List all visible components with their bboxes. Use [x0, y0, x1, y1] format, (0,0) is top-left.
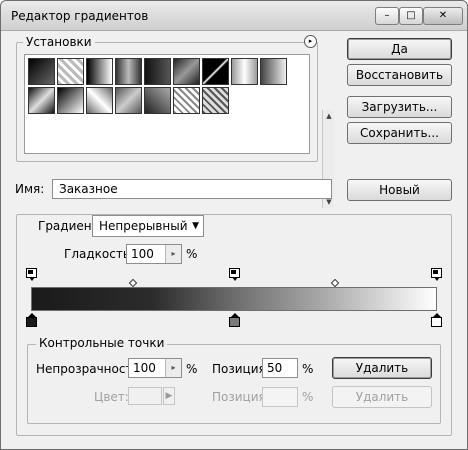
preset-swatch[interactable] [86, 87, 113, 114]
presets-menu-icon[interactable]: ▸ [304, 35, 317, 48]
color-well[interactable] [128, 387, 162, 405]
preset-swatch[interactable] [173, 87, 200, 114]
save-button[interactable]: Сохранить... [347, 122, 452, 144]
minimize-button[interactable]: – [375, 7, 399, 25]
preset-swatch[interactable] [115, 87, 142, 114]
preset-swatch[interactable] [260, 58, 287, 85]
delete-opacity-stop-button[interactable]: Удалить [332, 357, 432, 379]
maximize-button[interactable]: □ [399, 7, 423, 25]
name-label: Имя: [15, 182, 45, 196]
preset-swatch[interactable] [57, 87, 84, 114]
color-stop-left[interactable] [26, 313, 37, 327]
control-points-label: Контрольные точки [36, 336, 168, 350]
preset-swatch[interactable] [57, 58, 84, 85]
preset-swatch[interactable] [28, 87, 55, 114]
scroll-up-icon[interactable]: ▲ [323, 110, 335, 122]
ok-button[interactable]: Да [347, 38, 452, 60]
opacity-stop-left[interactable] [26, 268, 37, 281]
title-bar[interactable]: Редактор градиентов – □ ✕ [1, 1, 467, 31]
preset-swatch[interactable] [144, 58, 171, 85]
gradient-preview-bar[interactable] [31, 287, 437, 311]
smoothness-value: 100 [131, 247, 154, 261]
color-stop-middle[interactable] [229, 313, 240, 327]
opacity-position-unit: % [302, 362, 314, 376]
preset-swatch[interactable] [173, 58, 200, 85]
chevron-down-icon: ▼ [192, 221, 199, 231]
opacity-value: 100 [133, 361, 156, 375]
preset-swatch[interactable] [231, 58, 258, 85]
delete-color-stop-button[interactable]: Удалить [332, 386, 432, 408]
preset-swatch[interactable] [202, 87, 229, 114]
color-position-unit: % [302, 390, 314, 404]
opacity-position-input[interactable]: 50 [262, 358, 298, 378]
presets-swatch-list: ▲ ▼ [24, 54, 334, 208]
smoothness-label: Гладкость: [64, 247, 134, 261]
color-label: Цвет: [94, 390, 129, 404]
color-menu-icon[interactable]: ▶ [163, 387, 175, 405]
window-title: Редактор градиентов [11, 9, 149, 23]
preset-swatch[interactable] [86, 58, 113, 85]
color-stop-right[interactable] [431, 313, 442, 327]
name-input[interactable]: Заказное [52, 179, 332, 199]
preset-swatch[interactable] [202, 58, 229, 85]
presets-label: Установки [23, 35, 95, 49]
opacity-input[interactable]: 100 ▸ [128, 358, 182, 378]
spin-arrow-icon[interactable]: ▸ [165, 359, 181, 377]
gradient-type-select[interactable]: Непрерывный ▼ [92, 215, 204, 237]
new-button[interactable]: Новый [347, 179, 452, 201]
opacity-unit: % [186, 362, 198, 376]
spin-arrow-icon[interactable]: ▸ [165, 245, 181, 263]
close-button[interactable]: ✕ [423, 7, 463, 25]
smoothness-input[interactable]: 100 ▸ [126, 244, 182, 264]
reset-button[interactable]: Восстановить [347, 64, 452, 86]
control-points-group: Контрольные точки [27, 336, 441, 424]
preset-swatch[interactable] [115, 58, 142, 85]
opacity-stop-right[interactable] [431, 268, 442, 281]
preset-swatch[interactable] [28, 58, 55, 85]
load-button[interactable]: Загрузить... [347, 96, 452, 118]
opacity-stop-middle[interactable] [229, 268, 240, 281]
gradient-type-value: Непрерывный [99, 219, 188, 233]
color-position-input[interactable] [262, 387, 298, 407]
preset-swatch[interactable] [144, 87, 171, 114]
smoothness-unit: % [186, 247, 198, 261]
